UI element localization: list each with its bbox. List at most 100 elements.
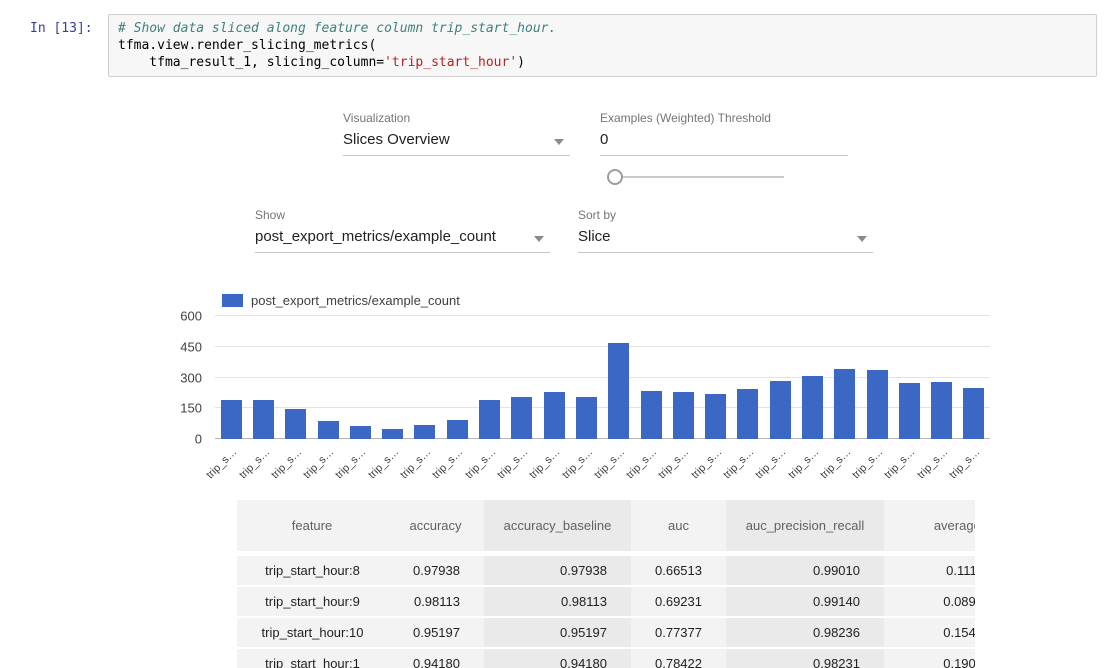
bar-slot [538,316,570,439]
metrics-table-container: featureaccuracyaccuracy_baselineaucauc_p… [237,500,975,668]
bar[interactable] [479,400,500,439]
y-axis: 0150300450600 [166,316,208,439]
bar[interactable] [770,381,791,439]
chevron-down-icon[interactable] [857,236,867,242]
slider-knob[interactable] [607,169,623,185]
code-text: tfma_result_1, slicing_column= [118,55,384,70]
sortby-dropdown[interactable]: Sort by Slice [578,208,873,253]
table-cell: 0.99010 [726,556,884,587]
bar[interactable] [641,391,662,439]
legend-label: post_export_metrics/example_count [251,293,460,308]
threshold-slider[interactable] [607,169,786,185]
bar[interactable] [382,429,403,439]
bar-slot [280,316,312,439]
chevron-down-icon[interactable] [534,236,544,242]
y-axis-label: 0 [195,432,202,447]
code-editor[interactable]: # Show data sliced along feature column … [108,14,1097,77]
bar[interactable] [253,400,274,439]
bar-slot [344,316,376,439]
visualization-value[interactable]: Slices Overview [343,131,570,156]
table-cell: trip_start_hour:9 [237,587,387,618]
sortby-value[interactable]: Slice [578,228,873,253]
bar[interactable] [802,376,823,439]
code-comment: # Show data sliced along feature column … [118,21,556,36]
table-cell: trip_start_hour:1 [237,649,387,668]
bar-series [215,316,990,439]
y-axis-label: 300 [180,370,202,385]
bar-slot [893,316,925,439]
table-column-header: accuracy_baseline [484,500,631,556]
table-cell: 0.97938 [387,556,484,587]
table-cell: 0.1901 [884,649,975,668]
slider-track[interactable] [616,176,784,178]
bar[interactable] [414,425,435,439]
table-column-header: accuracy [387,500,484,556]
code-line-3: tfma_result_1, slicing_column='trip_star… [118,54,1087,71]
bar[interactable] [350,426,371,439]
bar-slot [958,316,990,439]
show-label: Show [255,208,550,222]
threshold-input[interactable]: 0 [600,131,848,156]
bar-slot [861,316,893,439]
bar-slot [635,316,667,439]
visualization-dropdown[interactable]: Visualization Slices Overview [343,111,570,156]
bar-slot [699,316,731,439]
bar[interactable] [899,383,920,439]
table-cell: trip_start_hour:10 [237,618,387,649]
bar[interactable] [221,400,242,439]
bar[interactable] [576,397,597,439]
visualization-selected: Slices Overview [343,131,450,148]
chart-plot [215,316,990,439]
chevron-down-icon[interactable] [554,139,564,145]
code-string: 'trip_start_hour' [384,55,517,70]
bar[interactable] [544,392,565,439]
show-dropdown[interactable]: Show post_export_metrics/example_count [255,208,550,253]
table-row: trip_start_hour:90.981130.981130.692310.… [237,587,975,618]
bar[interactable] [318,421,339,439]
bar-slot [473,316,505,439]
table-cell: 0.98113 [484,587,631,618]
bar[interactable] [447,420,468,439]
bar[interactable] [285,409,306,439]
table-cell: 0.98236 [726,618,884,649]
threshold-field[interactable]: Examples (Weighted) Threshold 0 [600,111,848,156]
code-cell: In [13]: # Show data sliced along featur… [30,14,1097,77]
table-cell: 0.98231 [726,649,884,668]
chart-legend: post_export_metrics/example_count [222,293,460,308]
bar-slot [667,316,699,439]
table-column-header: average_loss [884,500,975,556]
bar[interactable] [737,389,758,439]
bar-slot [409,316,441,439]
table-cell: 0.95197 [484,618,631,649]
bar[interactable] [705,394,726,439]
metrics-table: featureaccuracyaccuracy_baselineaucauc_p… [237,500,975,668]
cell-prompt: In [13]: [30,14,108,36]
table-cell: 0.78422 [631,649,726,668]
sortby-label: Sort by [578,208,873,222]
y-axis-label: 600 [180,309,202,324]
table-cell: 0.1541 [884,618,975,649]
y-axis-label: 150 [180,401,202,416]
bar[interactable] [834,369,855,439]
bar[interactable] [608,343,629,439]
code-text: tfma.view.render_slicing_metrics( [118,38,376,53]
bar-slot [506,316,538,439]
table-body: trip_start_hour:80.979380.979380.665130.… [237,556,975,668]
table-cell: trip_start_hour:8 [237,556,387,587]
bar-slot [570,316,602,439]
bar-slot [376,316,408,439]
table-column-header: feature [237,500,387,556]
table-header-row: featureaccuracyaccuracy_baselineaucauc_p… [237,500,975,556]
table-cell: 0.97938 [484,556,631,587]
y-axis-label: 450 [180,339,202,354]
show-value[interactable]: post_export_metrics/example_count [255,228,550,253]
x-tick-slot: trip_s… [958,442,990,484]
table-cell: 0.98113 [387,587,484,618]
table-row: trip_start_hour:80.979380.979380.665130.… [237,556,975,587]
table-cell: 0.77377 [631,618,726,649]
bar[interactable] [963,388,984,439]
bar[interactable] [673,392,694,439]
bar[interactable] [931,382,952,439]
bar[interactable] [511,397,532,439]
bar[interactable] [867,370,888,439]
